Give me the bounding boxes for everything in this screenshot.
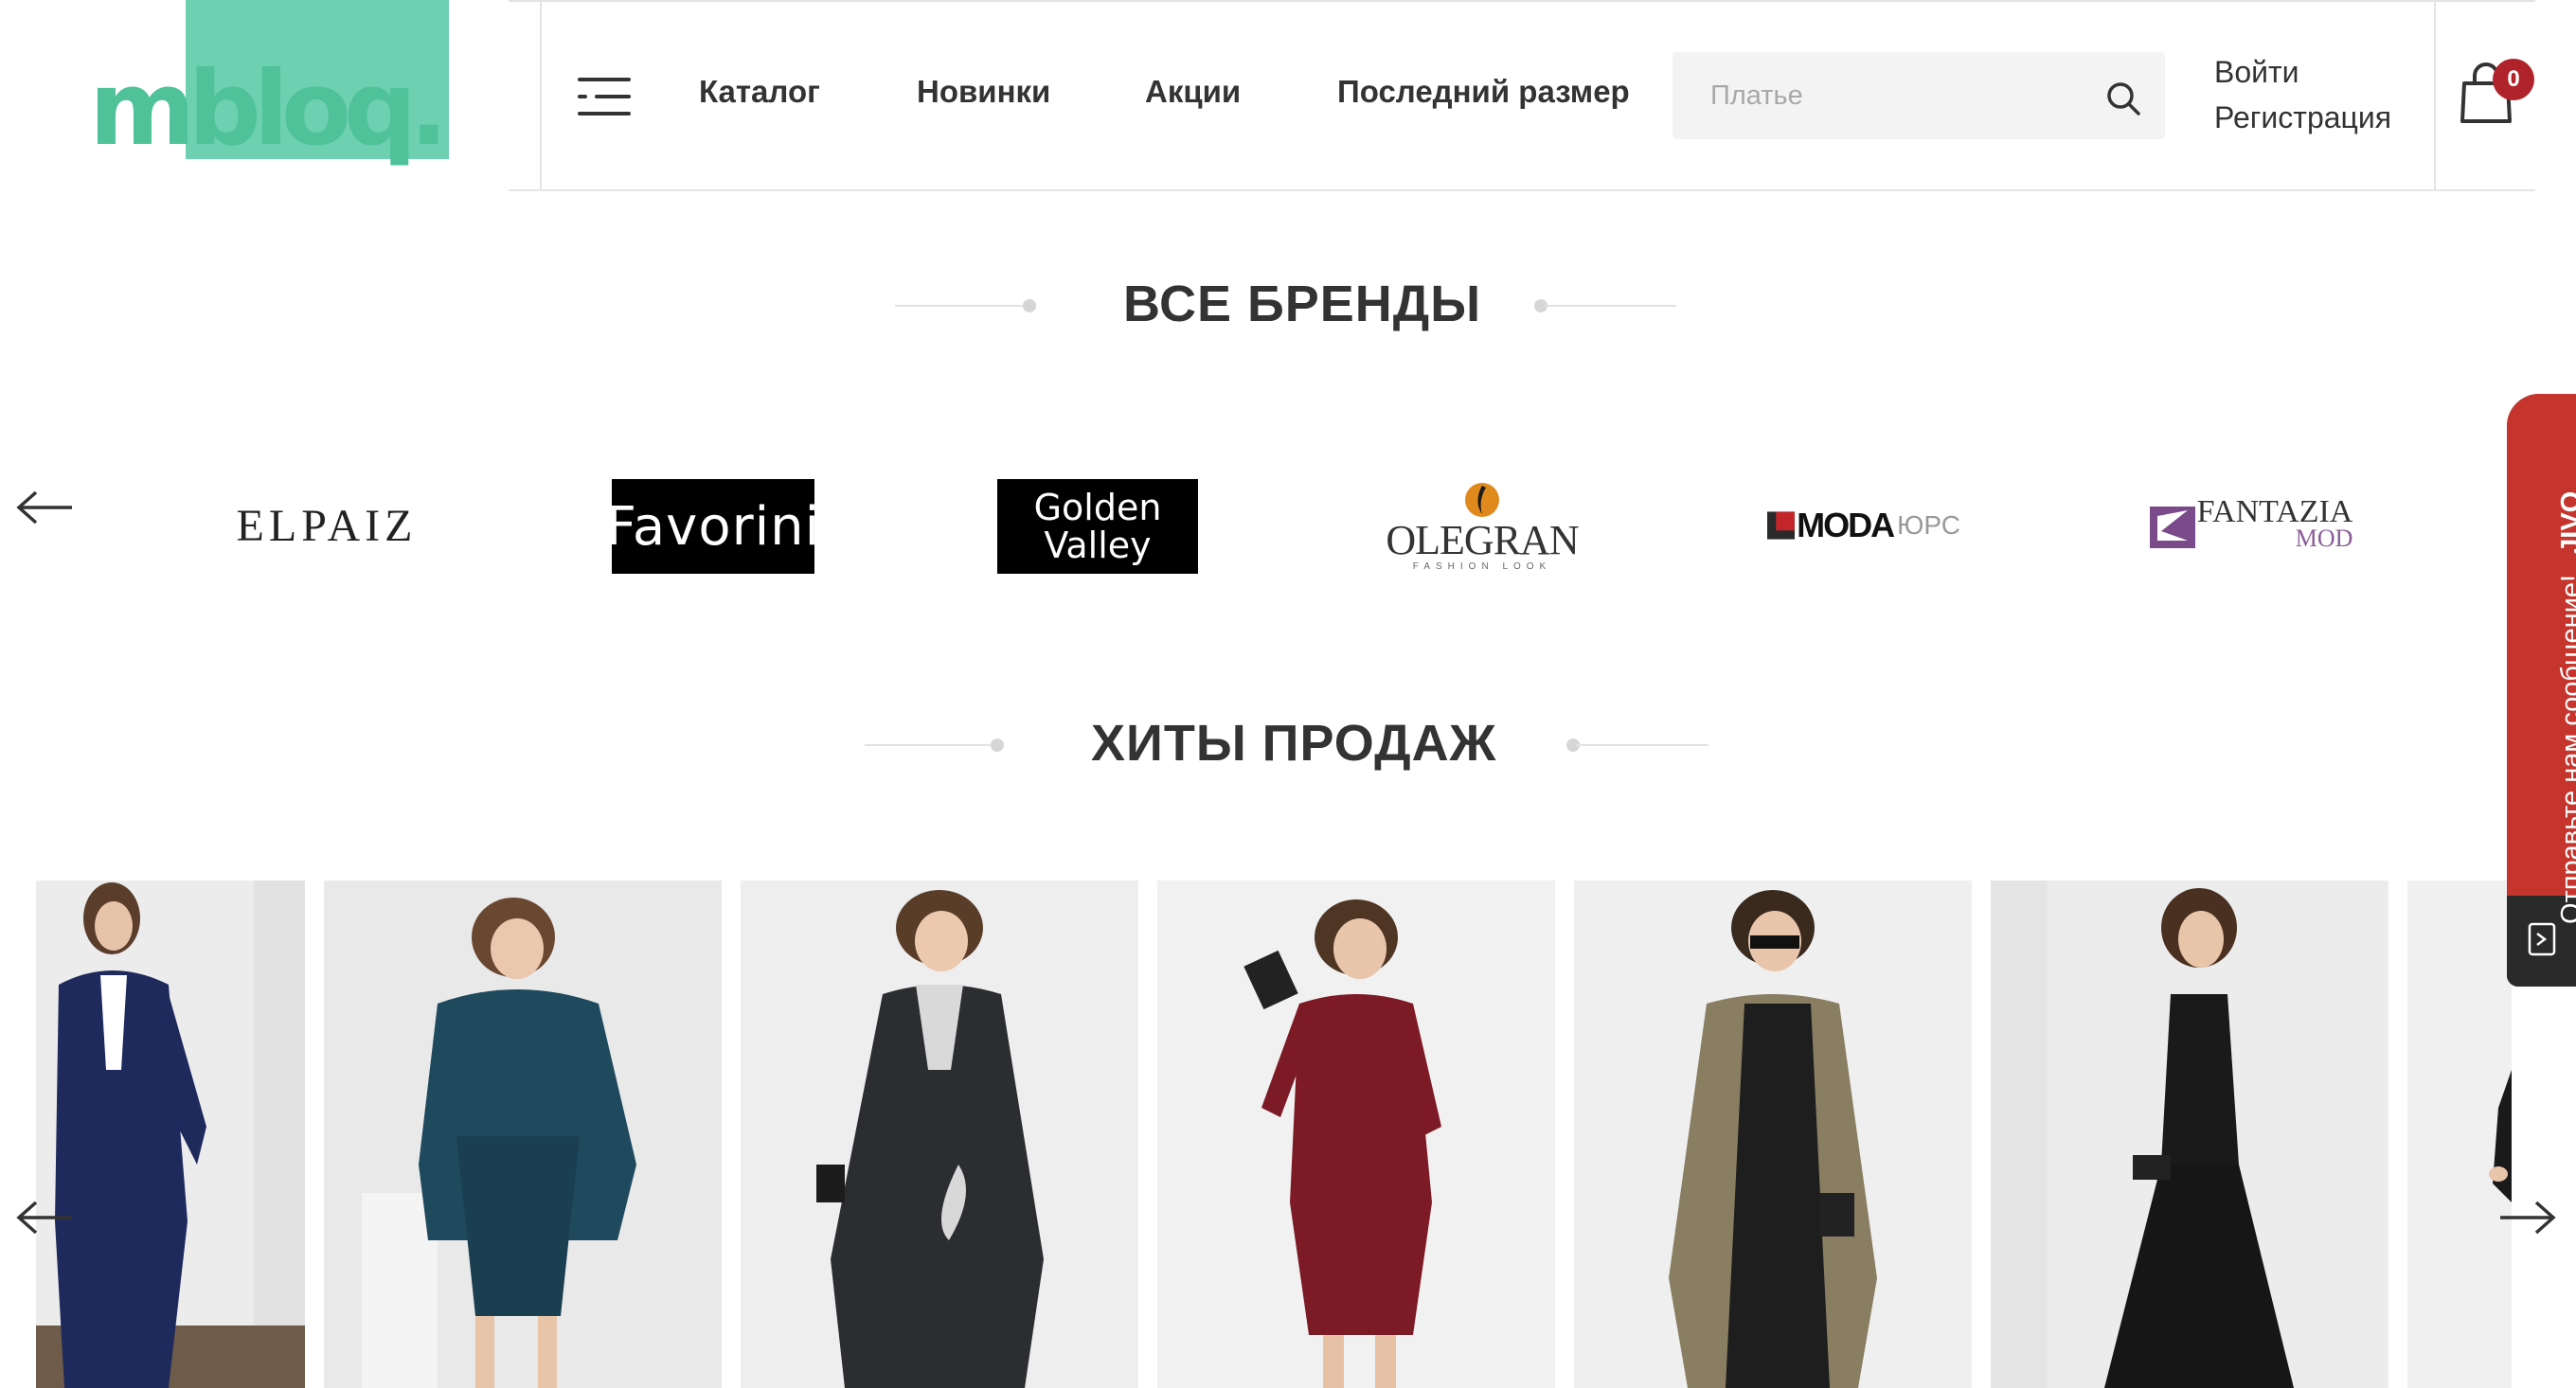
header-border-bottom <box>509 189 2535 191</box>
brand-suffix: ЮРС <box>1897 510 1960 540</box>
search-icon[interactable] <box>2104 80 2142 117</box>
title-decoration <box>865 744 997 746</box>
brands-section-title: ВСЕ БРЕНДЫ <box>1123 276 1482 332</box>
brand-logo-moda-yurs[interactable]: MODA ЮРС <box>1767 497 1960 554</box>
logo-text: mbloq. <box>89 50 440 169</box>
title-decoration <box>895 305 1028 307</box>
search-input[interactable] <box>1673 52 2089 139</box>
brand-logo-fantazia-mod[interactable]: FANTAZIA MOD <box>2148 494 2354 554</box>
olegran-emblem-icon <box>1465 482 1499 517</box>
nav-last-size-link[interactable]: Последний размер <box>1337 74 1630 110</box>
brand-name: MODA <box>1797 506 1895 544</box>
product-card[interactable] <box>1157 881 1555 1388</box>
brand-suffix: MOD <box>2295 525 2353 552</box>
brands-prev-arrow-icon[interactable] <box>15 489 74 531</box>
search-box <box>1673 52 2165 139</box>
brand-logo-favorini[interactable]: Favorini <box>606 479 819 574</box>
title-decoration <box>991 738 1004 752</box>
product-card[interactable] <box>1574 881 1972 1388</box>
chat-widget-brand: JIVO <box>2556 490 2576 554</box>
fantazia-emblem-icon <box>2149 507 2195 548</box>
product-card[interactable] <box>2407 881 2512 1388</box>
chat-widget-label: Отправьте нам сообщение! <box>2556 574 2576 924</box>
product-card[interactable] <box>1991 881 2388 1388</box>
brand-logo-olegran[interactable]: OLEGRAN FASHION LOOK <box>1386 473 1580 578</box>
title-decoration <box>1576 744 1708 746</box>
title-decoration <box>1544 305 1676 307</box>
chat-widget-button[interactable]: Отправьте нам сообщение! JIVO <box>2507 394 2576 987</box>
brand-name-line: Valley <box>1044 525 1152 566</box>
brand-name-line: Golden <box>1033 487 1162 528</box>
brand-logo-golden-valley[interactable]: Golden Valley <box>997 479 1198 574</box>
product-card[interactable] <box>36 881 305 1388</box>
title-decoration <box>1023 299 1036 312</box>
register-link[interactable]: Регистрация <box>2214 100 2391 135</box>
brand-tagline: FASHION LOOK <box>1412 561 1552 572</box>
login-link[interactable]: Войти <box>2214 55 2299 90</box>
menu-icon[interactable] <box>578 78 631 116</box>
header-divider <box>2434 0 2436 189</box>
bestsellers-section-title: ХИТЫ ПРОДАЖ <box>1091 715 1497 772</box>
chat-icon <box>2528 922 2556 961</box>
brand-logo-elpaiz[interactable]: ELPAIZ <box>213 492 440 559</box>
header-divider <box>540 0 542 189</box>
product-garment <box>2161 994 2239 1165</box>
product-card[interactable] <box>324 881 722 1388</box>
brand-name: OLEGRAN <box>1386 516 1579 563</box>
products-next-arrow-icon[interactable] <box>2498 1199 2557 1241</box>
products-prev-arrow-icon[interactable] <box>15 1199 74 1241</box>
moda-emblem-icon <box>1767 511 1796 540</box>
nav-new-link[interactable]: Новинки <box>917 74 1050 110</box>
product-card[interactable] <box>741 881 1138 1388</box>
brand-name: FANTAZIA <box>2196 494 2353 529</box>
nav-sales-link[interactable]: Акции <box>1145 74 1241 110</box>
cart-count-badge: 0 <box>2493 59 2534 100</box>
header-border-top <box>509 0 2535 2</box>
site-logo[interactable]: mbloq. <box>83 0 481 204</box>
nav-catalog-link[interactable]: Каталог <box>699 74 820 110</box>
